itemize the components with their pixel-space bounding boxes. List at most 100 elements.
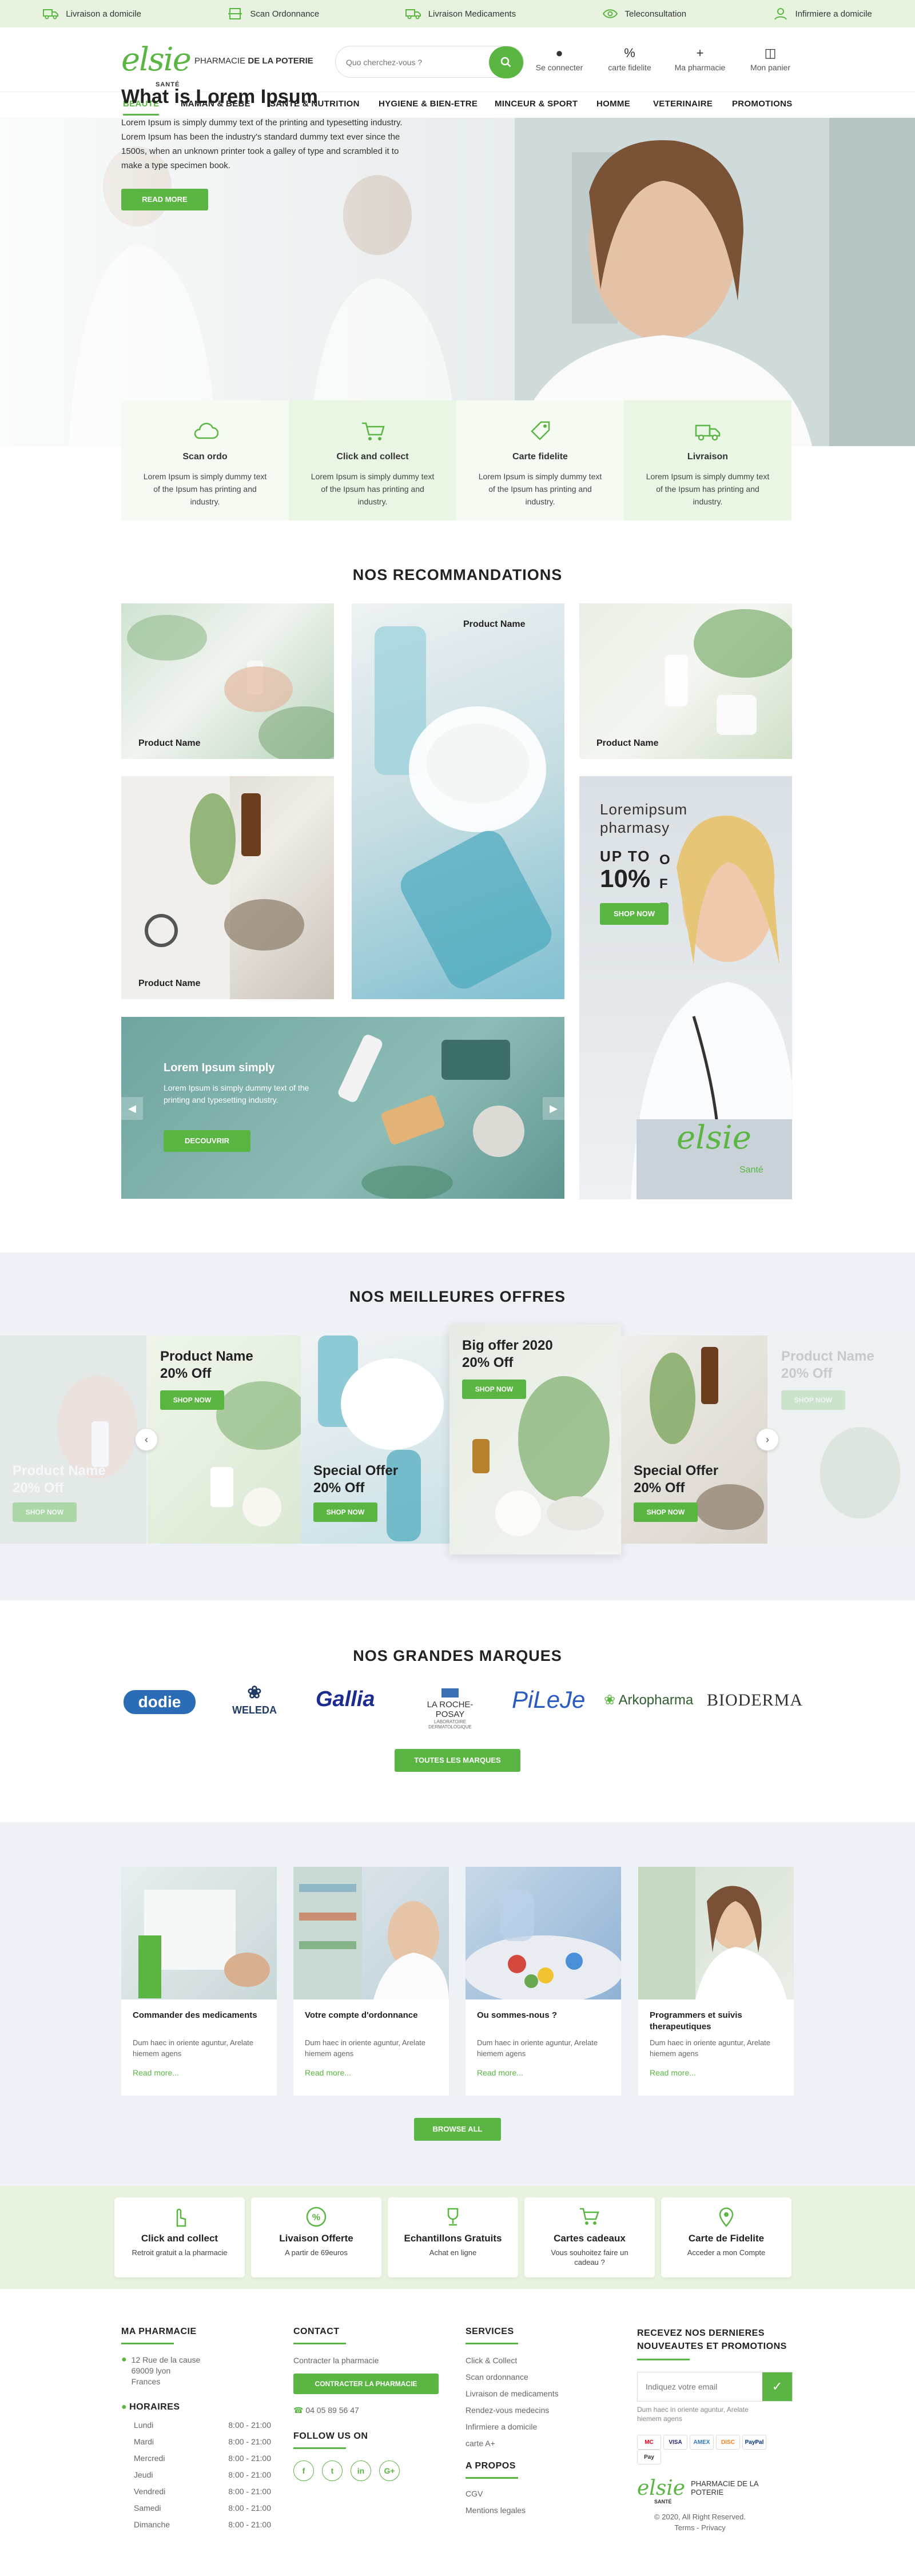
hours-day: Vendredi (134, 2487, 166, 2496)
footer-logo[interactable]: elsie (637, 2478, 685, 2499)
footer-link[interactable]: Scan ordonnance (466, 2369, 559, 2386)
hours-time: 8:00 - 21:00 (228, 2470, 271, 2479)
bottom-feature-carte-fidelite[interactable]: Carte de Fidelite Acceder a mon Compte (661, 2197, 791, 2277)
topbar-item-teleconsultation[interactable]: Teleconsultation (602, 7, 686, 20)
bottom-feature-text: Retroit gratuit a la pharmacie (132, 2248, 228, 2257)
footer-link[interactable]: Click & Collect (466, 2352, 559, 2369)
shop-now-button[interactable]: SHOP NOW (462, 1380, 526, 1399)
my-pharmacy-button[interactable]: + Ma pharmacie (669, 46, 731, 72)
nav-item-homme[interactable]: HOMME (596, 99, 630, 109)
offer-card[interactable]: Product Name 20% Off SHOP NOW (148, 1335, 301, 1544)
search-input[interactable] (346, 54, 483, 70)
service-card[interactable]: Ou sommes-nous ? Dum haec in oriente agu… (463, 1867, 623, 2096)
newsletter-email-input[interactable] (638, 2372, 762, 2401)
offers-prev-arrow[interactable]: ‹ (135, 1428, 158, 1451)
bottom-feature-click-collect[interactable]: Click and collect Retroit gratuit a la p… (114, 2197, 245, 2277)
brand-bioderma[interactable]: BIODERMA (707, 1691, 803, 1710)
brand-dodie[interactable]: dodie (124, 1690, 196, 1714)
read-more-link[interactable]: Read more... (477, 2068, 523, 2077)
feature-livraison[interactable]: Livraison Lorem Ipsum is simply dummy te… (624, 400, 791, 520)
topbar-item-medicine-delivery[interactable]: Livraison Medicaments (405, 7, 516, 20)
facebook-icon[interactable]: f (293, 2460, 314, 2481)
contact-pharmacy-button[interactable]: CONTRACTER LA PHARMACIE (293, 2374, 439, 2394)
shop-now-button[interactable]: SHOP NOW (634, 1502, 698, 1522)
service-title: Votre compte d'ordonnance (305, 2010, 418, 2020)
my-pharmacy-label: Ma pharmacie (674, 63, 726, 72)
product-image (121, 776, 304, 999)
nav-item-minceur-sport[interactable]: MINCEUR & SPORT (495, 99, 578, 109)
brand-arkopharma[interactable]: ❀ Arkopharma (604, 1692, 693, 1708)
offer-card-featured[interactable]: Big offer 2020 20% Off SHOP NOW (449, 1325, 621, 1555)
footer-address: ● 12 Rue de la cause 69009 lyon Frances (121, 2355, 271, 2387)
brand-weleda[interactable]: ❀ WELEDA (229, 1681, 280, 1716)
decouvrir-button[interactable]: DECOUVRIR (164, 1130, 250, 1152)
topbar-item-nurse[interactable]: Infirmiere a domicile (773, 7, 872, 20)
brand-gallia[interactable]: Gallia (316, 1687, 375, 1712)
truck-icon (624, 421, 791, 444)
loyalty-card-button[interactable]: % carte fidelite (598, 46, 661, 72)
feature-click-collect[interactable]: Click and collect Lorem Ipsum is simply … (289, 400, 456, 520)
footer-link[interactable]: CGV (466, 2486, 559, 2502)
shop-now-button[interactable]: SHOP NOW (781, 1390, 845, 1410)
tag-icon (456, 421, 624, 444)
offer-card[interactable]: Special Offer 20% Off SHOP NOW (301, 1335, 449, 1544)
feature-carte-fidelite[interactable]: Carte fidelite Lorem Ipsum is simply dum… (456, 400, 624, 520)
brand-la-roche-posay[interactable]: LA ROCHE-POSAY LABORATOIRE DERMATOLOGIQU… (413, 1688, 487, 1730)
login-button[interactable]: ● Se connecter (528, 46, 591, 72)
bottom-feature-echantillons[interactable]: Echantillons Gratuits Achat en ligne (388, 2197, 518, 2277)
footer-link[interactable]: carte A+ (466, 2435, 559, 2452)
bottom-feature-livraison[interactable]: % Livaison Offerte A partir de 69euros (251, 2197, 381, 2277)
twitter-icon[interactable]: t (322, 2460, 343, 2481)
offer-card[interactable]: Product Name 20% Off SHOP NOW (0, 1335, 146, 1544)
service-card[interactable]: Votre compte d'ordonnance Dum haec in or… (293, 1867, 449, 2096)
heading-underline (293, 2343, 346, 2344)
newsletter-submit-button[interactable]: ✓ (762, 2372, 792, 2401)
brand-pileje[interactable]: PiLeJe (512, 1686, 585, 1714)
offer-card[interactable]: Product Name 20% Off SHOP NOW (769, 1335, 915, 1544)
read-more-link[interactable]: Read more... (650, 2068, 696, 2077)
slider-prev-arrow[interactable]: ◀ (121, 1097, 143, 1120)
search-button[interactable] (489, 46, 523, 78)
footer-link[interactable]: Infirmiere a domicile (466, 2419, 559, 2435)
bottom-feature-cartes-cadeaux[interactable]: Cartes cadeaux Vous souhoitez faire un c… (524, 2197, 655, 2277)
shop-now-button[interactable]: SHOP NOW (313, 1502, 377, 1522)
bottom-feature-title: Click and collect (141, 2233, 218, 2244)
browse-all-button[interactable]: BROWSE ALL (414, 2118, 501, 2141)
slider-next-arrow[interactable]: ▶ (543, 1097, 564, 1120)
nav-item-promotions[interactable]: PROMOTIONS (732, 99, 793, 109)
offers-next-arrow[interactable]: › (756, 1428, 779, 1451)
service-card[interactable]: Programmers et suivis therapeutiques Dum… (638, 1867, 794, 2096)
cart-button[interactable]: ◫ Mon panier (739, 46, 802, 72)
offer-card[interactable]: Special Offer 20% Off SHOP NOW (621, 1335, 767, 1544)
google-plus-icon[interactable]: G+ (379, 2460, 400, 2481)
nav-item-hygiene[interactable]: HYGIENE & BIEN-ETRE (379, 99, 478, 109)
footer-link[interactable]: Livraison de medicaments (466, 2386, 559, 2402)
product-tile[interactable]: Product Name (121, 776, 334, 999)
visa-icon: VISA (663, 2435, 687, 2450)
shop-now-button[interactable]: SHOP NOW (600, 903, 669, 925)
topbar-item-scan[interactable]: Scan Ordonnance (227, 7, 319, 20)
promo-tile[interactable]: Loremipsum pharmasy UP TO 10% OFF SHOP N… (579, 776, 792, 1199)
heading-underline (466, 2343, 518, 2344)
nav-item-veterinaire[interactable]: VETERINAIRE (653, 99, 713, 109)
product-tile-large[interactable]: Product Name (352, 603, 564, 999)
product-tile[interactable]: Product Name (121, 603, 334, 759)
shop-now-button[interactable]: SHOP NOW (13, 1502, 77, 1522)
service-card[interactable]: Commander des medicaments Dum haec in or… (121, 1867, 277, 2096)
linkedin-icon[interactable]: in (351, 2460, 371, 2481)
pay-icon: Pay (637, 2450, 661, 2464)
footer-link[interactable]: Mentions legales (466, 2502, 559, 2519)
cart-label: Mon panier (750, 63, 791, 72)
read-more-link[interactable]: Read more... (305, 2068, 351, 2077)
topbar-item-delivery[interactable]: Livraison a domicile (43, 7, 141, 20)
feature-scan-ordo[interactable]: Scan ordo Lorem Ipsum is simply dummy te… (121, 400, 289, 520)
all-brands-button[interactable]: TOUTES LES MARQUES (395, 1749, 520, 1772)
read-more-link[interactable]: Read more... (133, 2068, 179, 2077)
contact-link[interactable]: Contracter la pharmacie (293, 2352, 439, 2369)
site-logo[interactable]: elsie SANTÉ (121, 41, 192, 88)
footer-link[interactable]: Rendez-vous medecins (466, 2402, 559, 2419)
product-tile[interactable]: Product Name (579, 603, 792, 759)
shop-now-button[interactable]: SHOP NOW (160, 1390, 224, 1410)
read-more-button[interactable]: READ MORE (121, 189, 208, 210)
terms-privacy-link[interactable]: Terms - Privacy (637, 2523, 763, 2532)
